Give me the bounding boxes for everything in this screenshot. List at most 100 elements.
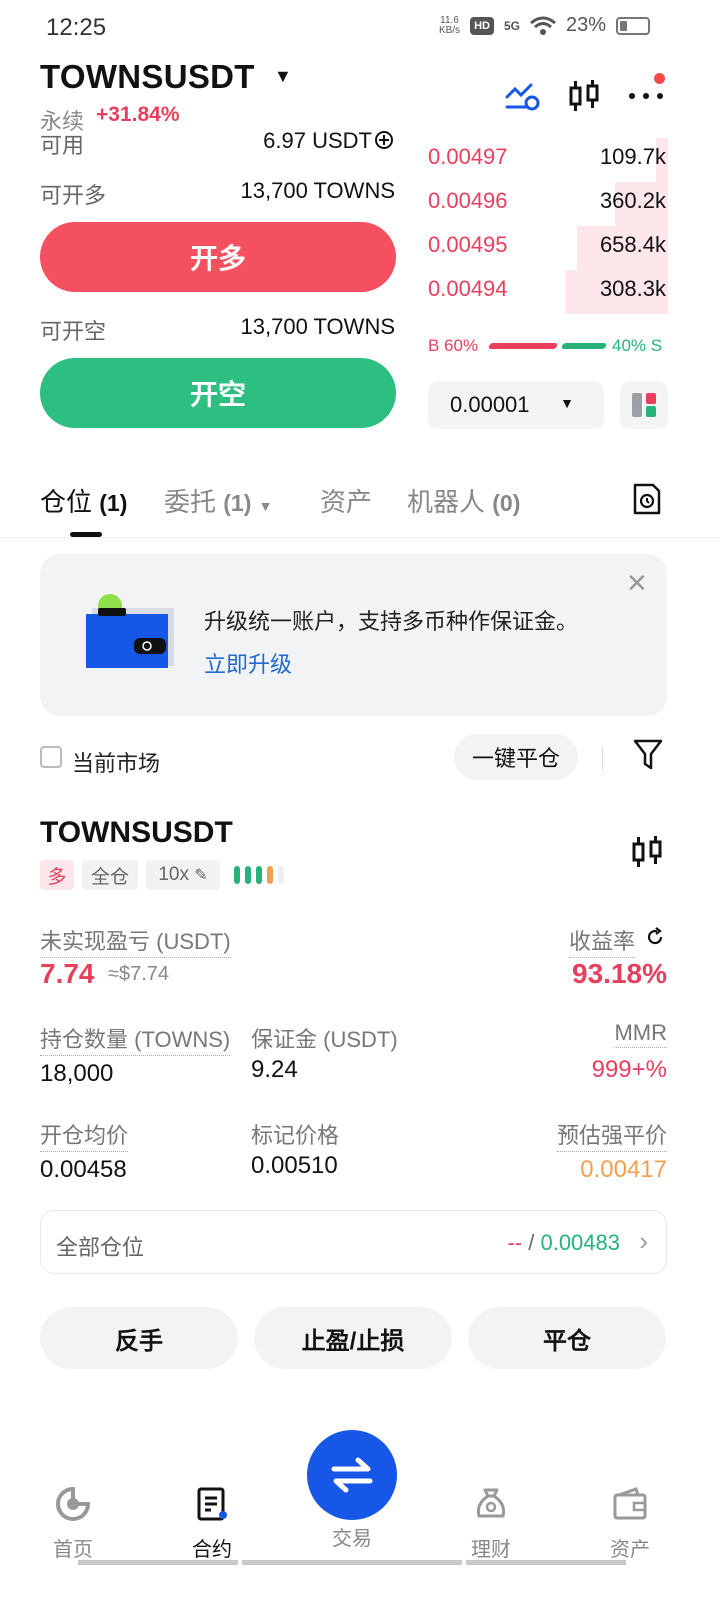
open-short-button[interactable]: 开空 <box>40 358 396 428</box>
edit-icon: ✎ <box>194 867 208 884</box>
liq-price-value: 0.00417 <box>580 1156 667 1183</box>
size-label: 持仓数量 (TOWNS) <box>40 1022 231 1056</box>
signal-icon: 5G <box>503 18 520 33</box>
home-icon <box>56 1486 91 1521</box>
orderbook-ask-row[interactable]: 0.00497 109.7k <box>428 138 668 182</box>
wallet-nav-icon <box>613 1487 647 1520</box>
mark-price-label: 标记价格 <box>251 1123 340 1148</box>
nav-earn[interactable]: 理财 <box>441 1486 541 1562</box>
divider <box>602 746 603 770</box>
long-available-label: 可开多 <box>40 183 107 208</box>
size-value: 18,000 <box>40 1060 114 1087</box>
tab-bots[interactable]: 机器人 (0) <box>407 482 520 519</box>
net-speed: 11.6 KB/s <box>438 14 461 36</box>
ask-size: 109.7k <box>599 144 666 169</box>
price-change: +31.84% <box>96 103 180 126</box>
battery-percent: 23% <box>565 14 606 36</box>
orderbook-ask-row[interactable]: 0.00495 658.4k <box>428 226 668 270</box>
nav-contract[interactable]: 合约 <box>162 1486 262 1562</box>
orderbook-ask-row[interactable]: 0.00494 308.3k <box>428 270 668 314</box>
available-label: 可用 <box>40 133 85 158</box>
candlestick-icon[interactable] <box>564 76 604 116</box>
close-icon[interactable]: ✕ <box>626 568 648 599</box>
tp-sl-button[interactable]: 止盈/止损 <box>254 1307 452 1369</box>
filter-icon[interactable] <box>632 738 664 772</box>
ask-size: 658.4k <box>599 232 666 257</box>
orderbook-layout-button[interactable] <box>620 381 668 429</box>
transfer-plus-icon[interactable] <box>374 130 394 150</box>
mark-price-value: 0.00510 <box>251 1152 338 1179</box>
nav-assets[interactable]: 资产 <box>580 1486 680 1562</box>
position-symbol[interactable]: TOWNSUSDT <box>40 816 233 850</box>
roe-label: 收益率 <box>568 924 635 958</box>
orderbook-layout-icon <box>632 393 656 417</box>
battery-icon <box>616 16 650 35</box>
current-market-checkbox[interactable] <box>40 746 62 768</box>
leverage-badge[interactable]: 10x ✎ <box>146 860 220 890</box>
risk-bar-1 <box>234 866 240 884</box>
gesture-bar-left <box>78 1560 238 1565</box>
wallet-icon <box>86 594 174 668</box>
tab-assets[interactable]: 资产 <box>320 482 372 519</box>
unrealized-pnl-usd: ≈$7.74 <box>108 963 170 985</box>
earn-bag-icon <box>476 1488 506 1518</box>
status-icons: 11.6 KB/s HD 5G 23% <box>439 14 650 37</box>
chevron-down-icon: ▼ <box>560 395 574 411</box>
orderbook-ask-row[interactable]: 0.00496 360.2k <box>428 182 668 226</box>
short-available-label: 可开空 <box>40 319 107 344</box>
position-chart-icon[interactable] <box>630 834 664 870</box>
contract-icon <box>197 1487 227 1521</box>
trade-fab[interactable] <box>307 1430 397 1520</box>
tab-orders[interactable]: 委托 (1) ▼ <box>164 482 272 519</box>
upgrade-link[interactable]: 立即升级 <box>204 647 292 679</box>
history-icon[interactable] <box>632 482 662 516</box>
price-step-select[interactable]: 0.00001 ▼ <box>428 381 604 429</box>
pair-title[interactable]: TOWNSUSDT <box>40 58 255 96</box>
chevron-down-icon: ▼ <box>258 498 273 514</box>
nav-home[interactable]: 首页 <box>23 1486 123 1562</box>
notification-dot <box>654 73 665 84</box>
entry-price-label: 开仓均价 <box>40 1118 129 1152</box>
pair-dropdown-icon[interactable]: ▼ <box>274 66 292 87</box>
hd-icon: HD <box>470 16 494 35</box>
open-long-button[interactable]: 开多 <box>40 222 396 292</box>
margin-mode-badge: 全仓 <box>82 860 138 890</box>
side-badge: 多 <box>40 860 74 890</box>
current-market-label[interactable]: 当前市场 <box>72 746 160 778</box>
status-time: 12:25 <box>46 14 107 41</box>
short-available-value: 13,700 TOWNS <box>240 314 395 339</box>
liq-price-label: 预估强平价 <box>556 1118 667 1152</box>
risk-bar-3 <box>256 866 262 884</box>
sell-ratio-bar <box>560 343 608 349</box>
strategy-chart-icon[interactable] <box>502 76 542 116</box>
close-position-button[interactable]: 平仓 <box>468 1307 666 1369</box>
risk-bar-2 <box>245 866 251 884</box>
buy-ratio: B 60% <box>428 336 479 355</box>
long-available-value: 13,700 TOWNS <box>240 178 395 203</box>
unrealized-pnl-value: 7.74 <box>40 958 95 989</box>
roe-value: 93.18% <box>572 958 667 989</box>
tab-positions[interactable]: 仓位 (1) <box>40 482 127 519</box>
margin-value: 9.24 <box>251 1056 298 1083</box>
ask-price: 0.00497 <box>428 144 508 169</box>
sell-ratio: 40% S <box>612 336 663 355</box>
mmr-label: MMR <box>614 1020 667 1048</box>
refresh-icon[interactable] <box>645 927 665 947</box>
all-positions-value: -- / 0.00483 <box>507 1230 620 1255</box>
chevron-right-icon: › <box>639 1226 648 1256</box>
nav-trade[interactable]: 交易 <box>302 1508 402 1551</box>
all-positions-label: 全部仓位 <box>56 1235 145 1260</box>
reverse-button[interactable]: 反手 <box>40 1307 238 1369</box>
unrealized-pnl-label: 未实现盈亏 (USDT) <box>40 924 231 958</box>
mmr-value: 999+% <box>591 1056 667 1083</box>
ask-price: 0.00496 <box>428 188 508 213</box>
close-all-button[interactable]: 一键平仓 <box>454 734 578 780</box>
tab-divider <box>0 537 720 538</box>
gesture-bar-right <box>466 1560 626 1565</box>
buy-ratio-bar <box>487 343 559 349</box>
entry-price-value: 0.00458 <box>40 1156 127 1183</box>
ask-size: 360.2k <box>599 188 666 213</box>
gesture-bar-center <box>242 1560 462 1565</box>
ask-price: 0.00494 <box>428 276 508 301</box>
risk-bar-4 <box>267 866 273 884</box>
